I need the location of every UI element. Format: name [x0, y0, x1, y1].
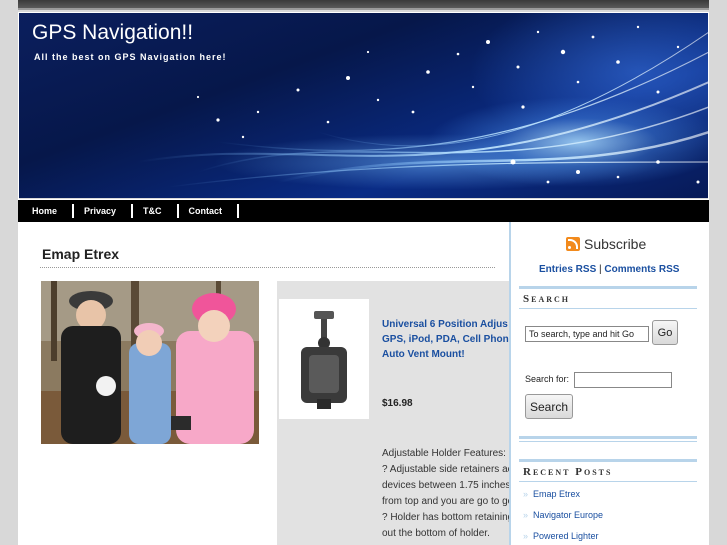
product-features: Adjustable Holder Features: ? Adjustable… — [382, 446, 509, 542]
product-price: $16.98 — [382, 398, 413, 409]
site-title[interactable]: GPS Navigation!! — [32, 21, 193, 45]
rss-separator: | — [599, 264, 602, 275]
rss-links: Entries RSS | Comments RSS — [539, 264, 679, 275]
feature-line: Adjustable Holder Features: — [382, 448, 506, 459]
nav-item-home[interactable]: Home — [22, 204, 75, 218]
feature-line: out the bottom of holder. — [382, 528, 490, 539]
title-divider — [40, 267, 495, 268]
feature-line: ? Adjustable side retainers ac — [382, 464, 509, 475]
subscribe-widget: Subscribe — [566, 236, 646, 252]
search-input[interactable] — [525, 326, 649, 342]
vent-mount-illustration — [279, 299, 369, 419]
search-button[interactable]: Search — [525, 394, 573, 419]
post-photo — [41, 281, 259, 444]
search-for-input[interactable] — [574, 372, 672, 388]
recent-post-link[interactable]: Emap Etrex — [523, 487, 603, 508]
search-for-label: Search for: — [525, 374, 570, 384]
search-heading: Search — [519, 286, 697, 309]
product-box: Universal 6 Position Adjus GPS, iPod, PD… — [277, 281, 509, 545]
feature-line: devices between 1.75 inches — [382, 480, 509, 491]
sidebar: Subscribe Entries RSS | Comments RSS Sea… — [509, 222, 709, 545]
product-link[interactable]: Universal 6 Position Adjus GPS, iPod, PD… — [382, 317, 509, 362]
product-link-line: Universal 6 Position Adjus — [382, 319, 508, 330]
main-nav: Home Privacy T&C Contact — [18, 200, 709, 222]
rss-icon[interactable] — [566, 237, 580, 251]
product-image[interactable] — [279, 299, 369, 419]
site-tagline: All the best on GPS Navigation here! — [34, 52, 227, 62]
recent-post-link[interactable]: Navigator Europe — [523, 508, 603, 529]
comments-rss-link[interactable]: Comments RSS — [604, 264, 679, 275]
site-header: GPS Navigation!! All the best on GPS Nav… — [18, 12, 709, 198]
product-link-line: Auto Vent Mount! — [382, 349, 465, 360]
widget-divider — [519, 436, 697, 442]
go-button[interactable]: Go — [652, 320, 678, 345]
photo-illustration — [41, 281, 259, 444]
feature-line: ? Holder has bottom retaining — [382, 512, 509, 523]
recent-posts-list: Emap Etrex Navigator Europe Powered Ligh… — [523, 487, 603, 545]
recent-posts-heading: Recent Posts — [519, 459, 697, 482]
subscribe-label: Subscribe — [584, 236, 647, 252]
entries-rss-link[interactable]: Entries RSS — [539, 264, 596, 275]
main-content: Emap Etrex Universal 6 Position Adjus GP… — [18, 222, 509, 545]
nav-item-terms[interactable]: T&C — [133, 204, 179, 218]
nav-item-privacy[interactable]: Privacy — [74, 204, 134, 218]
nav-item-contact[interactable]: Contact — [179, 204, 240, 218]
post-title[interactable]: Emap Etrex — [42, 246, 119, 262]
feature-line: from top and you are go to go — [382, 496, 509, 507]
recent-post-link[interactable]: Powered Lighter — [523, 529, 603, 545]
top-bar — [18, 0, 709, 10]
product-link-line: GPS, iPod, PDA, Cell Phon — [382, 334, 509, 345]
